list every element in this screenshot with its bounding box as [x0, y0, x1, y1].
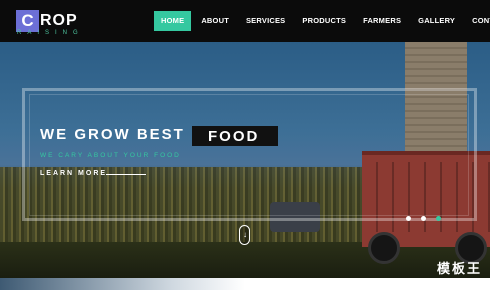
watermark-url: MOBANWANG.COM: [416, 278, 482, 285]
nav-farmers[interactable]: FARMERS: [356, 11, 408, 31]
arrow-down-icon: ↓: [243, 230, 247, 239]
navbar: C ROP RAISING HOME ABOUT SERVICES PRODUC…: [0, 0, 490, 42]
main-menu: HOME ABOUT SERVICES PRODUCTS FARMERS GAL…: [154, 11, 490, 31]
slider-dot-2[interactable]: [421, 216, 426, 221]
preview-image: [0, 278, 245, 290]
watermark: 模板王 MOBANWANG.COM: [406, 256, 486, 290]
slider-dot-1[interactable]: [406, 216, 411, 221]
nav-products[interactable]: PRODUCTS: [295, 11, 353, 31]
nav-home[interactable]: HOME: [154, 11, 192, 31]
nav-gallery[interactable]: GALLERY: [411, 11, 462, 31]
logo[interactable]: C ROP RAISING: [16, 10, 96, 38]
logo-letter: C: [16, 10, 39, 32]
nav-contact[interactable]: CONTACT: [465, 11, 490, 31]
hero-subtitle: WE CARY ABOUT YOUR FOOD: [40, 152, 181, 159]
watermark-title: 模板王: [436, 261, 482, 276]
learn-more-link[interactable]: LEARN MORE: [40, 170, 107, 177]
scroll-down-button[interactable]: ↓: [239, 225, 250, 245]
hero-headline-box: FOOD: [192, 126, 278, 146]
slider-dot-3[interactable]: [436, 216, 441, 221]
hero-banner: WE GROW BEST FOOD WE CARY ABOUT YOUR FOO…: [0, 42, 490, 278]
hero-headline: WE GROW BEST: [40, 126, 185, 143]
nav-about[interactable]: ABOUT: [194, 11, 236, 31]
logo-subtitle: RAISING: [17, 30, 84, 36]
wheel: [368, 232, 400, 264]
nav-services[interactable]: SERVICES: [239, 11, 292, 31]
logo-text: ROP: [40, 12, 78, 29]
learn-more-line: [106, 174, 146, 175]
